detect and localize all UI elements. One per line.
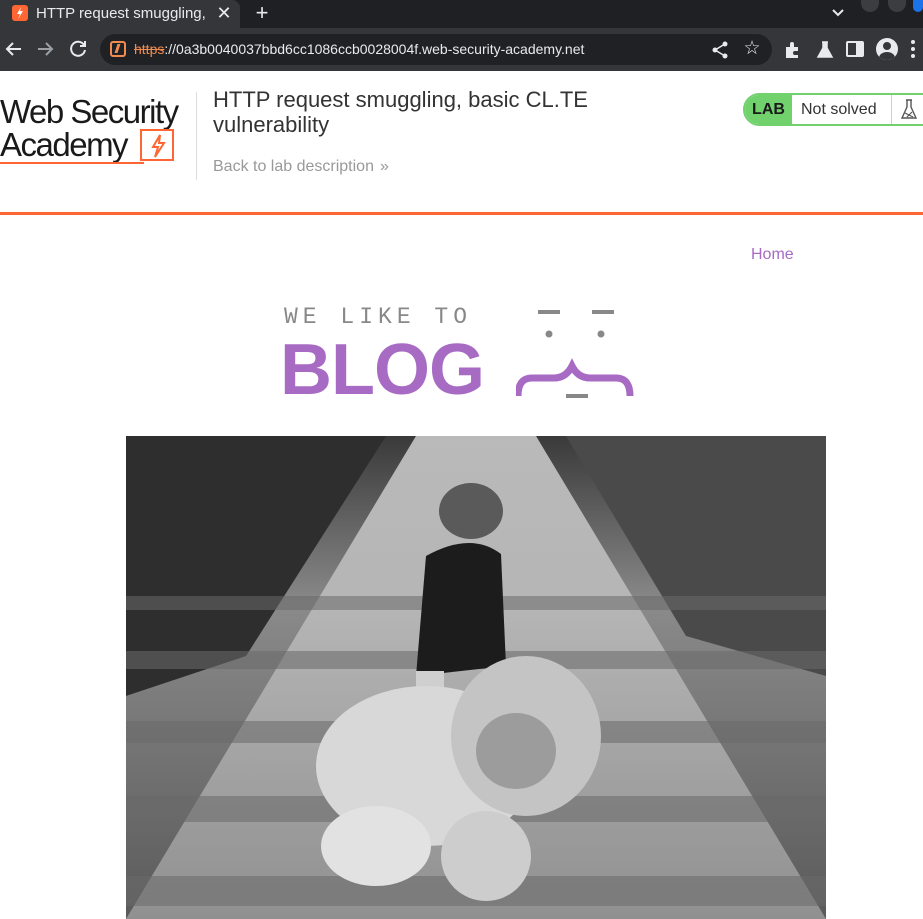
url-host: ://0a3b0040037bbd6cc1086ccb0028004f.web-…	[164, 41, 585, 57]
tab-title: HTTP request smuggling, basic CL.TE vuln…	[36, 5, 208, 22]
web-security-academy-logo[interactable]: Web Security Academy	[0, 93, 194, 165]
not-secure-icon[interactable]	[110, 41, 126, 57]
portswigger-favicon-icon	[12, 5, 28, 21]
back-link-label: Back to lab description	[213, 158, 374, 175]
header-divider	[196, 92, 197, 180]
banner-tagline: WE LIKE TO	[284, 304, 473, 330]
forward-icon[interactable]	[33, 37, 57, 61]
url-scheme: https	[134, 41, 165, 57]
lab-flask-icon	[891, 95, 923, 124]
double-chevron-right-icon: »	[379, 158, 389, 175]
close-window-button[interactable]	[913, 0, 923, 12]
browser-tab[interactable]: HTTP request smuggling, basic CL.TE vuln…	[0, 0, 240, 28]
back-icon[interactable]	[2, 37, 26, 61]
share-icon[interactable]	[710, 40, 730, 60]
maximize-window-button[interactable]	[888, 0, 906, 12]
back-to-lab-description-link[interactable]: Back to lab description »	[213, 158, 389, 176]
minimize-window-button[interactable]	[861, 0, 879, 12]
academy-lab-header: Web Security Academy HTTP request smuggl…	[0, 71, 923, 215]
side-panel-icon[interactable]	[846, 41, 864, 57]
logo-underline	[0, 162, 144, 164]
flask-icon[interactable]	[814, 39, 836, 61]
lab-badge: LAB	[745, 95, 792, 124]
profile-icon[interactable]	[876, 38, 898, 60]
url-text[interactable]: https://0a3b0040037bbd6cc1086ccb0028004f…	[134, 41, 584, 57]
blog-hero-image	[126, 436, 826, 919]
reload-icon[interactable]	[66, 37, 90, 61]
lab-status-widget: LAB Not solved	[743, 93, 923, 126]
tab-search-chevron-icon[interactable]	[826, 2, 850, 24]
tab-close-icon[interactable]: ✕	[214, 3, 234, 23]
browser-toolbar: https://0a3b0040037bbd6cc1086ccb0028004f…	[0, 28, 923, 71]
browser-tab-strip: HTTP request smuggling, basic CL.TE vuln…	[0, 0, 923, 28]
lab-solved-state: Not solved	[801, 101, 877, 118]
lab-title: HTTP request smuggling, basic CL.TE vuln…	[213, 87, 588, 137]
new-tab-icon[interactable]: +	[250, 1, 274, 25]
home-nav-link[interactable]: Home	[751, 246, 794, 264]
we-like-to-blog-banner: WE LIKE TO BLOG	[280, 304, 640, 410]
star-icon[interactable]: ☆	[741, 38, 763, 60]
banner-blog-title: BLOG	[280, 330, 485, 410]
lightning-bolt-icon	[140, 129, 174, 161]
logo-text-line2: Academy	[0, 126, 129, 163]
address-bar[interactable]: https://0a3b0040037bbd6cc1086ccb0028004f…	[100, 34, 772, 65]
curly-brace-face-icon	[516, 310, 634, 398]
extensions-icon[interactable]	[782, 39, 804, 61]
menu-icon[interactable]	[906, 40, 920, 60]
